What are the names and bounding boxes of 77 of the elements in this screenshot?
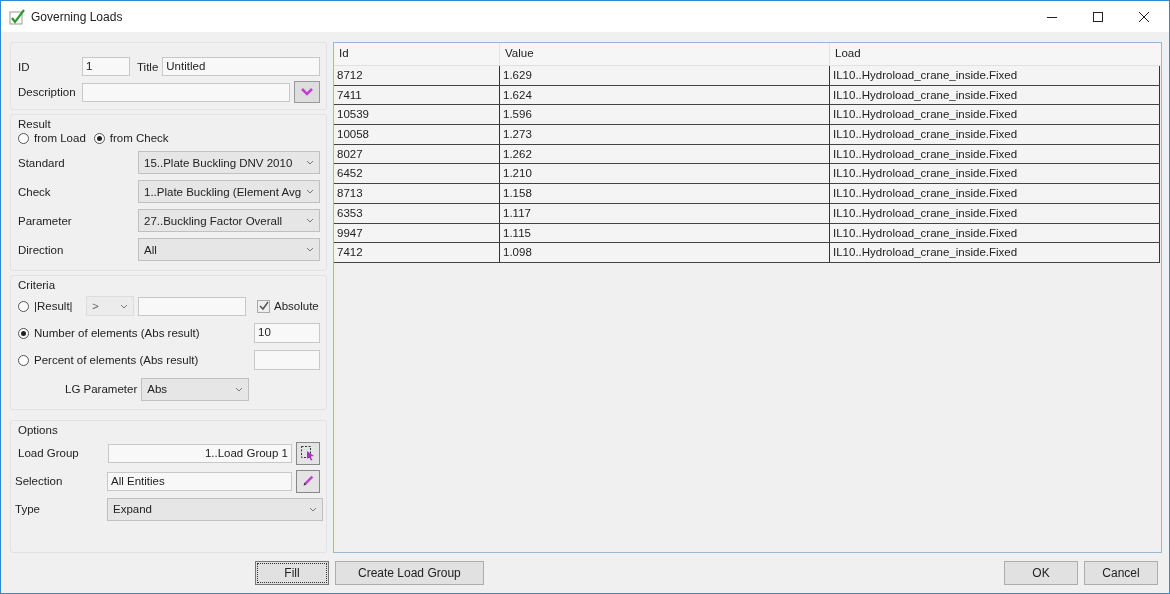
pick-button[interactable] [296, 441, 320, 465]
table-cell: IL10..Hydroload_crane_inside.Fixed [830, 125, 1160, 144]
absolute-checkbox[interactable]: Absolute [257, 299, 319, 313]
select-cursor-icon [300, 445, 316, 461]
table-cell: 10539 [334, 105, 500, 125]
table-cell: 6452 [334, 164, 500, 184]
action-button[interactable]: Fill [255, 561, 329, 585]
caret-icon [306, 160, 314, 165]
table-cell: 10058 [334, 125, 500, 144]
checkmark-icon [258, 301, 269, 311]
radio-button[interactable]: from Check [93, 132, 169, 144]
table-cell: IL10..Hydroload_crane_inside.Fixed [830, 164, 1160, 184]
dropdown[interactable]: Expand [107, 497, 323, 521]
load-group-field[interactable]: 1..Load Group 1 [108, 443, 292, 463]
field-label: Direction [18, 243, 65, 256]
selection-label: Selection [15, 475, 64, 487]
table-cell: IL10..Hydroload_crane_inside.Fixed [830, 243, 1160, 262]
column-header[interactable]: Load [830, 43, 1160, 65]
table-cell: 8713 [334, 184, 500, 203]
caret-icon [306, 189, 314, 194]
action-button[interactable]: OK [1004, 561, 1078, 585]
field-label: Parameter [18, 214, 73, 227]
id-label: ID [18, 60, 31, 73]
pencil-icon [301, 474, 315, 488]
action-button[interactable]: Cancel [1084, 561, 1158, 585]
caret-icon [306, 247, 314, 252]
description-field[interactable] [82, 82, 290, 102]
table-cell: 7412 [334, 243, 500, 262]
load-group-label: Load Group [18, 447, 80, 459]
table-cell: 1.098 [500, 243, 830, 262]
column-header[interactable]: Id [334, 43, 500, 65]
expand-button[interactable] [294, 81, 320, 103]
caret-icon [306, 218, 314, 223]
group-heading: Criteria [18, 279, 56, 291]
type-label: Type [15, 503, 41, 515]
radio-button[interactable]: from Load [18, 132, 86, 144]
table-cell: 1.158 [500, 184, 830, 203]
table-cell: 1.210 [500, 164, 830, 184]
caret-icon [120, 303, 128, 309]
threshold-field[interactable] [138, 296, 246, 316]
selection-field[interactable]: All Entities [107, 471, 292, 491]
caret-icon [309, 506, 317, 512]
checkmark-icon [9, 8, 25, 25]
field-label: Check [18, 185, 52, 198]
dropdown[interactable]: 27..Buckling Factor Overall [138, 209, 320, 232]
description-label: Description [18, 86, 77, 98]
group-heading: Result [18, 118, 51, 130]
count-field[interactable]: 10 [254, 323, 320, 343]
dropdown[interactable]: 1..Plate Buckling (Element Avg [138, 180, 320, 203]
column-header[interactable]: Value [500, 43, 830, 65]
table-cell: 1.273 [500, 125, 830, 144]
edit-button[interactable] [296, 469, 320, 493]
table-cell: IL10..Hydroload_crane_inside.Fixed [830, 184, 1160, 203]
dropdown[interactable]: All [138, 238, 320, 261]
title-field[interactable]: Untitled [162, 57, 320, 76]
count-field[interactable] [254, 350, 320, 370]
radio-button[interactable]: Percent of elements (Abs result) [18, 354, 250, 366]
table-cell: IL10..Hydroload_crane_inside.Fixed [830, 105, 1160, 125]
id-field[interactable]: 1 [82, 57, 130, 76]
dropdown[interactable]: 15..Plate Buckling DNV 2010 [138, 151, 320, 174]
table-cell: IL10..Hydroload_crane_inside.Fixed [830, 66, 1160, 85]
lg-parameter-label: LG Parameter [65, 383, 138, 395]
dropdown[interactable]: Abs [141, 377, 250, 401]
table-cell: 1.629 [500, 66, 830, 85]
table-cell: 1.596 [500, 105, 830, 125]
window-title: Governing Loads [31, 9, 123, 24]
group-heading: Options [18, 424, 58, 436]
chevron-down-icon [301, 88, 313, 96]
action-button[interactable]: Create Load Group [335, 561, 484, 585]
caret-icon [235, 386, 244, 392]
title-label: Title [137, 60, 159, 73]
close-icon[interactable] [1139, 11, 1149, 22]
radio-button[interactable]: Number of elements (Abs result) [18, 327, 250, 339]
field-label: Standard [18, 156, 66, 169]
radio-button[interactable]: |Result| [18, 300, 82, 312]
table-cell: 8712 [334, 66, 500, 85]
maximize-icon[interactable] [1093, 11, 1103, 22]
